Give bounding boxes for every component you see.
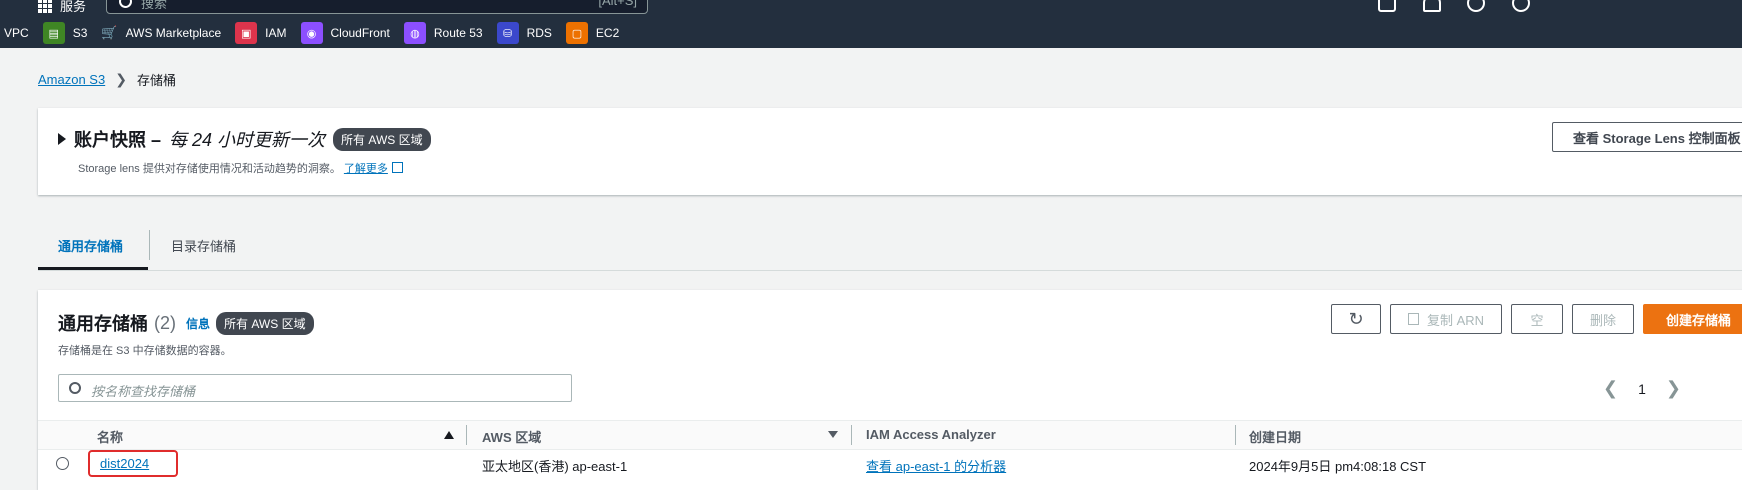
bucket-created-date: 2024年9月5日 pm4:08:18 CST (1249, 459, 1427, 474)
active-tab-indicator (38, 267, 148, 270)
copy-arn-label: 复制 ARN (1426, 312, 1485, 328)
tab-directory-buckets[interactable]: 目录存储桶 (171, 236, 236, 255)
search-icon (69, 382, 81, 394)
general-purpose-buckets-panel: 通用存储桶 (2) 信息 所有 AWS 区域 存储桶是在 S3 中存储数据的容器… (38, 290, 1742, 490)
column-header-name[interactable]: 名称 (97, 427, 123, 446)
buckets-description: 存储桶是在 S3 中存储数据的容器。 (58, 345, 232, 357)
snapshot-subtitle: 每 24 小时更新一次 (169, 130, 326, 150)
snapshot-desc-text: Storage lens 提供对存储使用情况和活动趋势的洞察。 (78, 163, 341, 175)
top-navigation: 服务 搜索 [Alt+S] VPC ▤ S3 🛒 AWS Marketplace… (0, 0, 1742, 48)
column-divider (1235, 425, 1236, 445)
column-header-created[interactable]: 创建日期 (1249, 427, 1301, 446)
global-search-input[interactable]: 搜索 [Alt+S] (106, 0, 648, 14)
row-select-radio[interactable] (56, 457, 69, 470)
chevron-left-icon[interactable]: ❮ (1603, 378, 1618, 399)
favorite-s3[interactable]: ▤ S3 (42, 22, 88, 44)
route53-icon: ◍ (403, 22, 426, 44)
current-page[interactable]: 1 (1638, 381, 1646, 397)
column-divider (466, 425, 467, 445)
cloudfront-icon: ◉ (300, 22, 323, 44)
cart-icon: 🛒 (101, 25, 118, 40)
region-badge: 所有 AWS 区域 (216, 311, 314, 335)
favorite-cloudfront[interactable]: ◉ CloudFront (300, 22, 390, 44)
learn-more-label: 了解更多 (343, 163, 388, 175)
bucket-region: 亚太地区(香港) ap-east-1 (482, 459, 628, 474)
s3-icon: ▤ (42, 22, 65, 44)
tab-general-purpose-buckets[interactable]: 通用存储桶 (58, 236, 123, 255)
services-menu-button[interactable]: 服务 (38, 0, 86, 15)
favorite-iam[interactable]: ▣ IAM (235, 22, 287, 44)
caret-right-icon (58, 133, 66, 145)
view-analyzer-link[interactable]: 查看 ap-east-1 的分析器 (866, 456, 1006, 475)
favorite-rds[interactable]: ⛁ RDS (496, 22, 552, 44)
search-placeholder: 搜索 (141, 0, 168, 11)
favorites-bar: VPC ▤ S3 🛒 AWS Marketplace ▣ IAM ◉ Cloud… (0, 22, 633, 44)
column-divider (851, 425, 852, 445)
view-storage-lens-button[interactable]: 查看 Storage Lens 控制面板 (1552, 122, 1742, 152)
snapshot-title: 账户快照 – (74, 130, 162, 150)
copy-arn-button[interactable]: 复制 ARN (1390, 304, 1502, 334)
chevron-right-icon: ❯ (115, 71, 127, 87)
bucket-count: (2) (154, 312, 176, 333)
favorite-label: S3 (72, 26, 88, 40)
table-header: 名称 AWS 区域 IAM Access Analyzer 创建日期 (38, 420, 1742, 450)
gear-icon[interactable] (1512, 0, 1530, 12)
create-bucket-button[interactable]: 创建存储桶 (1643, 304, 1742, 334)
column-header-analyzer: IAM Access Analyzer (866, 427, 996, 442)
account-snapshot-panel: 账户快照 – 每 24 小时更新一次 所有 AWS 区域 Storage len… (38, 108, 1742, 195)
delete-button[interactable]: 删除 (1572, 304, 1634, 334)
favorite-label: CloudFront (330, 26, 390, 40)
pagination: ❮ 1 ❯ (1603, 378, 1681, 399)
favorite-ec2[interactable]: ▢ EC2 (565, 22, 620, 44)
cloudshell-icon[interactable] (1378, 0, 1396, 12)
services-label: 服务 (60, 0, 87, 14)
grid-icon (38, 0, 52, 13)
breadcrumb: Amazon S3 ❯ 存储桶 (38, 70, 176, 89)
iam-icon: ▣ (235, 22, 258, 44)
table-row: dist2024 亚太地区(香港) ap-east-1 查看 ap-east-1… (38, 449, 1742, 489)
snapshot-description: Storage lens 提供对存储使用情况和活动趋势的洞察。 了解更多 (78, 160, 403, 176)
empty-button[interactable]: 空 (1511, 304, 1563, 334)
search-icon (119, 0, 132, 8)
bucket-search-input[interactable]: 按名称查找存储桶 (58, 374, 572, 402)
breadcrumb-current: 存储桶 (136, 73, 176, 88)
refresh-icon: ↻ (1348, 308, 1364, 329)
learn-more-link[interactable]: 了解更多 (343, 162, 403, 175)
favorite-label: IAM (265, 26, 287, 40)
buckets-header: 通用存储桶 (2) 信息 所有 AWS 区域 (58, 310, 314, 336)
info-link[interactable]: 信息 (186, 315, 210, 332)
external-link-icon (391, 162, 403, 173)
account-snapshot-toggle[interactable]: 账户快照 – 每 24 小时更新一次 所有 AWS 区域 (58, 126, 431, 152)
bucket-name-link[interactable]: dist2024 (88, 450, 179, 477)
favorite-label: Route 53 (433, 26, 483, 40)
search-shortcut: [Alt+S] (598, 0, 637, 8)
rds-icon: ⛁ (496, 22, 519, 44)
favorite-label: EC2 (595, 26, 620, 40)
favorite-route53[interactable]: ◍ Route 53 (403, 22, 483, 44)
sort-icon[interactable] (828, 431, 838, 438)
column-header-region[interactable]: AWS 区域 (482, 427, 541, 446)
bucket-search-placeholder: 按名称查找存储桶 (91, 384, 196, 399)
bell-icon[interactable] (1423, 0, 1441, 12)
favorite-aws-marketplace[interactable]: 🛒 AWS Marketplace (101, 25, 221, 41)
sort-ascending-icon[interactable] (444, 431, 454, 439)
region-badge: 所有 AWS 区域 (333, 127, 431, 151)
ec2-icon: ▢ (565, 22, 588, 44)
favorite-vpc[interactable]: VPC (4, 26, 29, 40)
favorite-label: AWS Marketplace (125, 26, 222, 40)
refresh-button[interactable]: ↻ (1331, 304, 1381, 334)
buckets-title: 通用存储桶 (58, 314, 148, 334)
tab-divider (149, 230, 150, 260)
bucket-type-tabs: 通用存储桶 目录存储桶 (38, 222, 1742, 271)
chevron-right-icon[interactable]: ❯ (1666, 378, 1681, 399)
copy-icon (1407, 313, 1419, 325)
favorite-label: RDS (526, 26, 552, 40)
help-icon[interactable] (1467, 0, 1485, 12)
breadcrumb-root-link[interactable]: Amazon S3 (38, 72, 105, 87)
favorite-label: VPC (4, 26, 29, 40)
